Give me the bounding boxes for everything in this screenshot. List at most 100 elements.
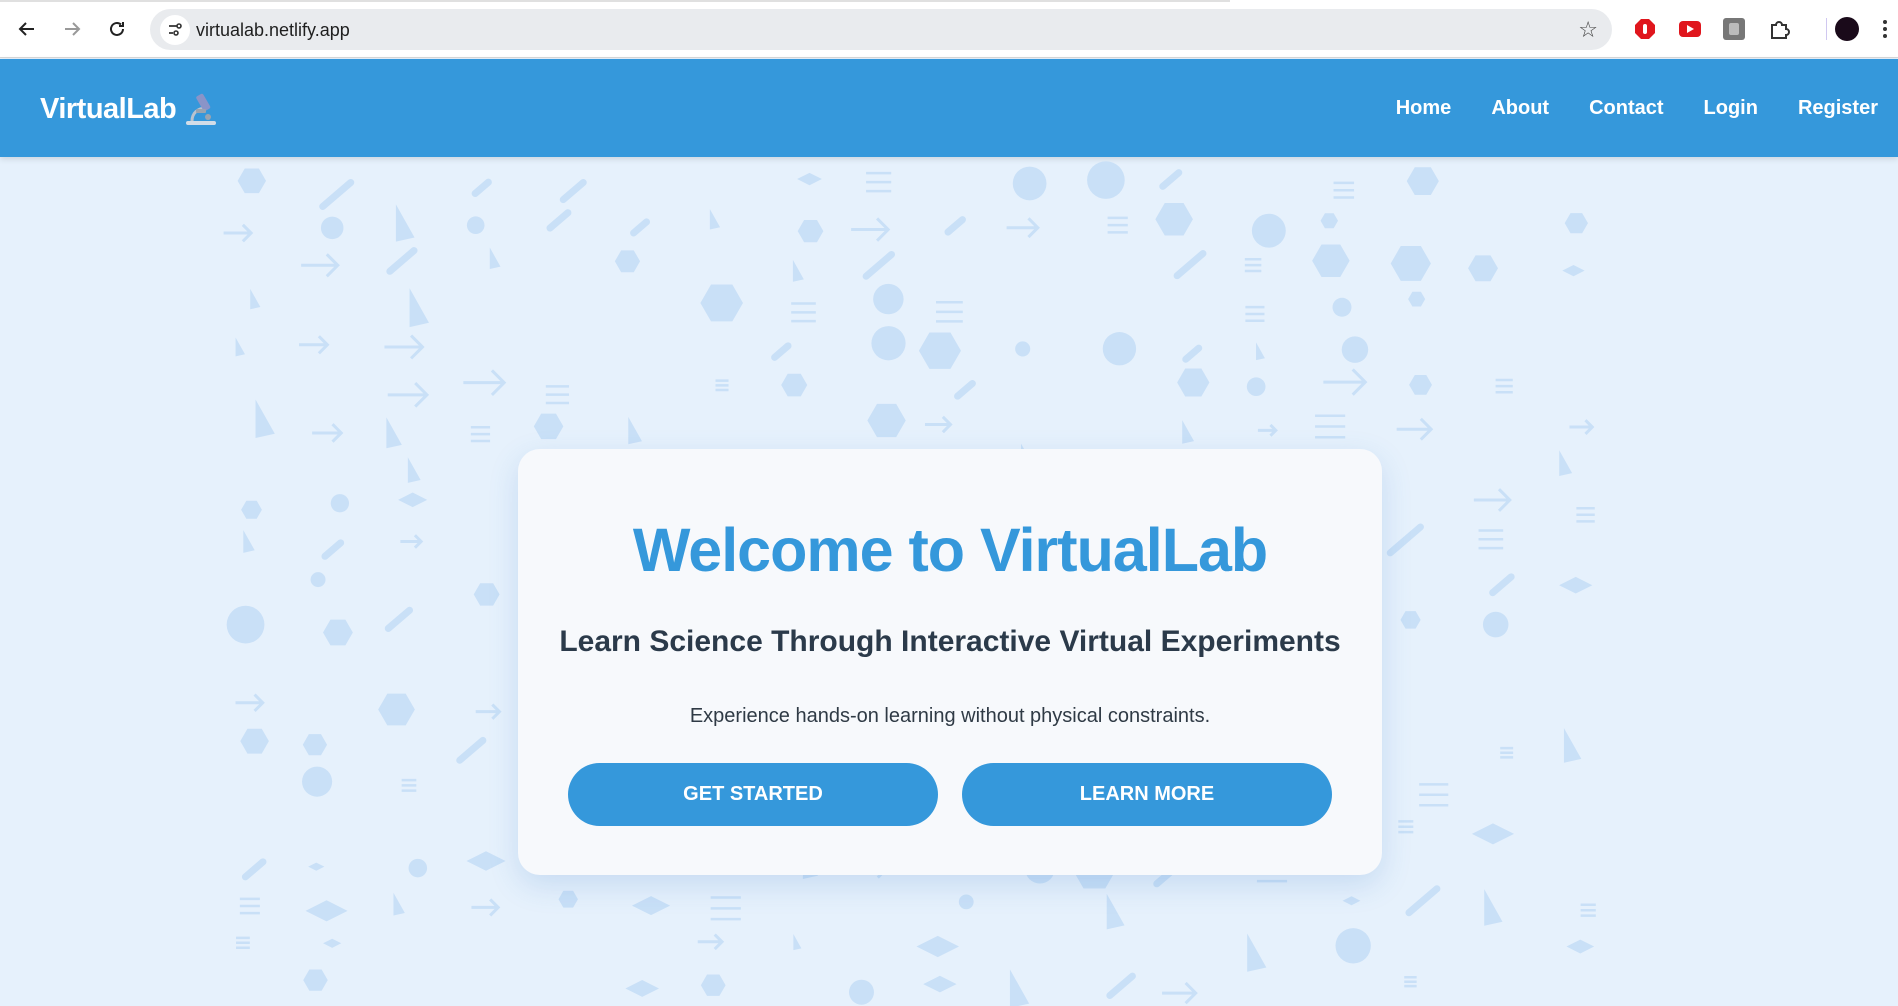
pattern-shape <box>791 302 816 323</box>
url-text[interactable]: virtualab.netlify.app <box>196 20 350 41</box>
profile-avatar[interactable] <box>1835 17 1859 41</box>
pattern-shape <box>1009 969 1030 1006</box>
pattern-shape <box>386 417 402 449</box>
pattern-shape <box>1471 823 1515 845</box>
pattern-shape <box>1159 169 1183 190</box>
pattern-shape <box>1500 746 1514 759</box>
pattern-shape <box>936 301 963 323</box>
pattern-shape <box>1182 420 1195 444</box>
pattern-shape <box>954 379 976 400</box>
pattern-shape <box>1341 336 1369 363</box>
pattern-shape <box>408 858 428 878</box>
back-icon[interactable] <box>10 12 44 46</box>
pattern-shape <box>625 980 660 997</box>
pattern-shape <box>558 890 578 908</box>
learn-more-button[interactable]: LEARN MORE <box>962 763 1332 826</box>
pattern-shape <box>546 209 572 232</box>
pattern-shape <box>321 539 345 560</box>
pattern-shape <box>1405 885 1441 917</box>
pattern-shape <box>1569 419 1595 435</box>
pattern-shape <box>944 216 966 236</box>
pattern-shape <box>793 934 802 951</box>
pattern-shape <box>614 250 641 273</box>
pattern-shape <box>1335 928 1371 964</box>
pattern-shape <box>470 426 491 443</box>
pattern-shape <box>323 938 342 948</box>
nav-home[interactable]: Home <box>1396 97 1452 120</box>
pattern-shape <box>323 619 353 646</box>
pattern-shape <box>781 373 808 397</box>
pattern-shape <box>533 413 564 440</box>
pattern-shape <box>1162 981 1198 1005</box>
site-header: VirtualLab Home About Contact Login Regi… <box>0 59 1898 157</box>
hero-subtitle: Learn Science Through Interactive Virtua… <box>559 625 1341 658</box>
nav-register[interactable]: Register <box>1798 97 1878 120</box>
pattern-shape <box>407 457 421 483</box>
menu-dots-icon[interactable] <box>1878 17 1892 41</box>
pattern-shape <box>1102 332 1137 366</box>
pattern-shape <box>710 896 741 921</box>
pattern-shape <box>473 583 500 606</box>
pattern-shape <box>916 935 960 958</box>
pattern-shape <box>1489 573 1515 597</box>
nav-about[interactable]: About <box>1491 97 1549 120</box>
pattern-shape <box>302 766 333 797</box>
extension-youtube-icon[interactable] <box>1678 17 1702 41</box>
hero-title: Welcome to VirtualLab <box>632 516 1268 584</box>
pattern-shape <box>1256 342 1265 361</box>
bookmark-star-icon[interactable]: ☆ <box>1578 17 1598 43</box>
pattern-shape <box>1562 265 1585 277</box>
pattern-shape <box>236 936 250 949</box>
pattern-shape <box>1580 903 1596 917</box>
pattern-shape <box>1257 423 1278 437</box>
pattern-shape <box>398 492 428 508</box>
extension-gray-icon[interactable] <box>1722 17 1746 41</box>
pattern-shape <box>303 969 328 991</box>
pattern-shape <box>1320 213 1339 229</box>
forward-icon[interactable] <box>55 12 89 46</box>
get-started-button[interactable]: GET STARTED <box>568 763 938 826</box>
pattern-shape <box>1012 166 1047 201</box>
pattern-shape <box>330 494 350 513</box>
pattern-shape <box>1468 255 1498 282</box>
extensions-puzzle-icon[interactable] <box>1767 17 1791 41</box>
pattern-shape <box>924 415 953 434</box>
pattern-shape <box>235 693 265 713</box>
pattern-shape <box>1106 972 1136 1000</box>
pattern-shape <box>1563 728 1582 763</box>
site-info-icon[interactable] <box>160 15 190 45</box>
browser-toolbar: virtualab.netlify.app ☆ <box>0 0 1898 58</box>
extension-red-icon[interactable] <box>1633 17 1657 41</box>
brand-name[interactable]: VirtualLab <box>40 93 177 126</box>
pattern-shape <box>792 259 804 282</box>
pattern-shape <box>301 253 340 278</box>
address-bar[interactable]: virtualab.netlify.app ☆ <box>150 9 1612 50</box>
pattern-shape <box>241 858 267 881</box>
pattern-shape <box>1400 611 1421 629</box>
brand-logo[interactable]: VirtualLab <box>40 91 220 127</box>
pattern-shape <box>1247 933 1267 972</box>
pattern-shape <box>1006 217 1040 239</box>
pattern-shape <box>250 288 261 310</box>
pattern-shape <box>559 178 587 204</box>
pattern-shape <box>1182 344 1203 363</box>
pattern-shape <box>223 223 254 243</box>
pattern-shape <box>320 216 344 240</box>
microscope-icon <box>186 93 217 125</box>
pattern-shape <box>1478 529 1504 550</box>
pattern-shape <box>1312 244 1350 277</box>
pattern-shape <box>918 332 961 369</box>
pattern-shape <box>771 342 792 361</box>
pattern-shape <box>471 178 492 198</box>
pattern-shape <box>1396 417 1434 441</box>
nav-login[interactable]: Login <box>1704 97 1758 120</box>
loading-bar <box>0 0 1230 2</box>
pattern-shape <box>1406 167 1439 196</box>
reload-icon[interactable] <box>100 12 134 46</box>
pattern-shape <box>310 572 326 588</box>
pattern-shape <box>1155 202 1193 236</box>
pattern-shape <box>1342 896 1361 906</box>
nav-contact[interactable]: Contact <box>1589 97 1663 120</box>
pattern-shape <box>1484 889 1503 926</box>
pattern-shape <box>240 728 269 754</box>
